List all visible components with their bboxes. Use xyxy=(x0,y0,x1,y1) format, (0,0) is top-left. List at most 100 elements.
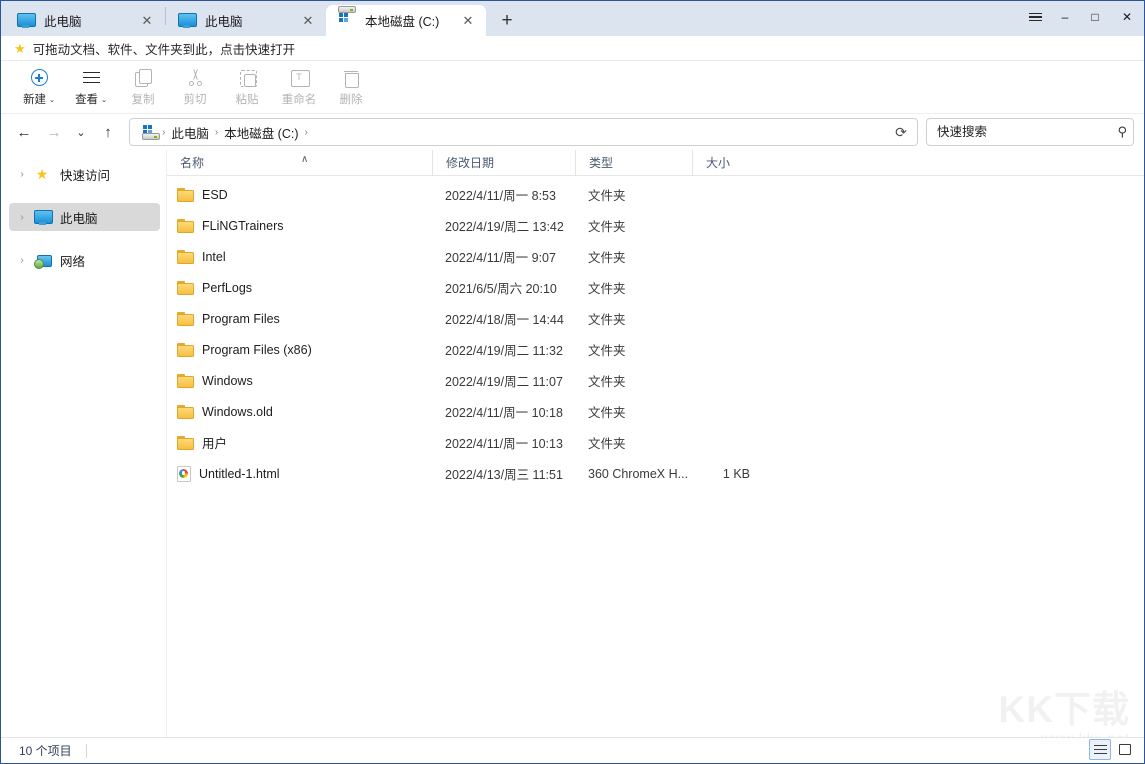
tab-label: 本地磁盘 (C:) xyxy=(365,11,444,30)
file-name: Program Files (x86) xyxy=(202,343,312,357)
drive-icon xyxy=(138,125,160,140)
breadcrumb-separator: › xyxy=(160,127,167,138)
close-button[interactable]: ✕ xyxy=(1110,1,1144,33)
column-header-size[interactable]: 大小 xyxy=(692,150,769,176)
copy-button[interactable]: 复制 xyxy=(119,63,167,111)
new-button[interactable]: 新建⌄ xyxy=(15,63,63,111)
main-body: › ★ 快速访问 › 此电脑 › 网络 名称 ∧ 修改日期 xyxy=(1,150,1144,737)
tab-close-button[interactable]: ✕ xyxy=(135,10,159,32)
chevron-down-icon: ⌄ xyxy=(101,96,107,104)
view-button[interactable]: 查看⌄ xyxy=(67,63,115,111)
column-header-type[interactable]: 类型 xyxy=(575,150,692,176)
column-header-date-modified[interactable]: 修改日期 xyxy=(432,150,575,176)
file-type-cell: 文件夹 xyxy=(575,247,692,266)
column-header-name[interactable]: 名称 ∧ xyxy=(167,150,432,176)
favorites-bar[interactable]: ★ 可拖动文档、软件、文件夹到此，点击快速打开 xyxy=(1,36,1144,61)
title-bar: 此电脑 ✕ 此电脑 ✕ 本地磁盘 (C:) ✕ + – xyxy=(1,1,1144,36)
star-icon: ★ xyxy=(14,42,26,55)
table-row[interactable]: Program Files 2022/4/18/周一 14:44 文件夹 xyxy=(167,303,1144,334)
file-name: Windows xyxy=(202,374,253,388)
breadcrumb-item-this-pc[interactable]: 此电脑 xyxy=(167,121,213,144)
item-count-label: 10 个项目 xyxy=(1,742,72,759)
sidebar-item-network[interactable]: › 网络 xyxy=(9,246,160,274)
monitor-icon xyxy=(33,210,51,225)
tab-this-pc-1[interactable]: 此电脑 ✕ xyxy=(5,5,165,36)
view-button-label: 查看 xyxy=(75,91,98,107)
back-button[interactable]: ← xyxy=(9,117,39,147)
recent-locations-button[interactable]: ⌄ xyxy=(69,117,93,147)
table-row[interactable]: Windows 2022/4/19/周二 11:07 文件夹 xyxy=(167,365,1144,396)
up-button[interactable]: ↑ xyxy=(93,117,123,147)
maximize-button[interactable]: □ xyxy=(1080,1,1110,33)
chevron-right-icon[interactable]: › xyxy=(11,169,33,180)
scissors-icon xyxy=(187,68,204,88)
cut-button[interactable]: 剪切 xyxy=(171,63,219,111)
search-input[interactable] xyxy=(937,125,1113,139)
breadcrumb-bar[interactable]: › 此电脑 › 本地磁盘 (C:) › ⟳ xyxy=(129,118,918,146)
file-type-cell: 文件夹 xyxy=(575,371,692,390)
details-view-icon[interactable] xyxy=(1089,739,1111,760)
minimize-button[interactable]: – xyxy=(1050,1,1080,33)
date-modified-cell: 2022/4/19/周二 11:07 xyxy=(432,371,575,390)
navigation-pane: › ★ 快速访问 › 此电脑 › 网络 xyxy=(1,150,167,737)
tab-close-button[interactable]: ✕ xyxy=(296,10,320,32)
plus-circle-icon xyxy=(31,68,48,88)
tab-strip: 此电脑 ✕ 此电脑 ✕ 本地磁盘 (C:) ✕ + xyxy=(1,1,522,36)
html-file-icon xyxy=(177,466,191,482)
file-name-cell: Windows.old xyxy=(167,405,432,419)
folder-icon xyxy=(177,281,194,295)
date-modified-cell: 2022/4/11/周一 8:53 xyxy=(432,185,575,204)
folder-icon xyxy=(177,436,194,450)
file-name-cell: Program Files xyxy=(167,312,432,326)
tab-this-pc-2[interactable]: 此电脑 ✕ xyxy=(166,5,326,36)
refresh-icon[interactable]: ⟳ xyxy=(887,119,915,145)
folder-icon xyxy=(177,219,194,233)
date-modified-cell: 2022/4/11/周一 9:07 xyxy=(432,247,575,266)
file-name-cell: Windows xyxy=(167,374,432,388)
large-icons-view-icon[interactable] xyxy=(1114,739,1136,760)
breadcrumb: › 此电脑 › 本地磁盘 (C:) › xyxy=(138,121,887,144)
file-type-cell: 文件夹 xyxy=(575,433,692,452)
trash-icon xyxy=(344,68,358,88)
table-row[interactable]: PerfLogs 2021/6/5/周六 20:10 文件夹 xyxy=(167,272,1144,303)
table-row[interactable]: FLiNGTrainers 2022/4/19/周二 13:42 文件夹 xyxy=(167,210,1144,241)
tab-close-button[interactable]: ✕ xyxy=(456,10,480,32)
date-modified-cell: 2022/4/11/周一 10:18 xyxy=(432,402,575,421)
delete-button[interactable]: 删除 xyxy=(327,63,375,111)
chevron-right-icon[interactable]: › xyxy=(11,255,33,266)
file-name-cell: FLiNGTrainers xyxy=(167,219,432,233)
table-row[interactable]: Intel 2022/4/11/周一 9:07 文件夹 xyxy=(167,241,1144,272)
copy-button-label: 复制 xyxy=(132,91,155,107)
address-bar: ← → ⌄ ↑ › 此电脑 › 本地磁盘 (C:) › ⟳ ⚲ xyxy=(1,114,1144,150)
file-type-cell: 文件夹 xyxy=(575,216,692,235)
file-name: Windows.old xyxy=(202,405,273,419)
tab-local-disk-c[interactable]: 本地磁盘 (C:) ✕ xyxy=(326,5,486,36)
table-row[interactable]: Windows.old 2022/4/11/周一 10:18 文件夹 xyxy=(167,396,1144,427)
date-modified-cell: 2022/4/11/周一 10:13 xyxy=(432,433,575,452)
table-row[interactable]: Program Files (x86) 2022/4/19/周二 11:32 文… xyxy=(167,334,1144,365)
hamburger-menu-icon[interactable] xyxy=(1020,1,1050,33)
paste-button[interactable]: 粘贴 xyxy=(223,63,271,111)
breadcrumb-item-local-disk-c[interactable]: 本地磁盘 (C:) xyxy=(220,121,302,144)
sidebar-item-quick-access[interactable]: › ★ 快速访问 xyxy=(9,160,160,188)
date-modified-cell: 2022/4/19/周二 11:32 xyxy=(432,340,575,359)
file-type-cell: 文件夹 xyxy=(575,278,692,297)
forward-button[interactable]: → xyxy=(39,117,69,147)
table-row[interactable]: Untitled-1.html 2022/4/13/周三 11:51 360 C… xyxy=(167,458,1144,489)
new-button-label: 新建 xyxy=(23,91,46,107)
table-row[interactable]: 用户 2022/4/11/周一 10:13 文件夹 xyxy=(167,427,1144,458)
chevron-right-icon[interactable]: › xyxy=(11,212,33,223)
search-icon[interactable]: ⚲ xyxy=(1117,124,1127,140)
search-box[interactable]: ⚲ xyxy=(926,118,1134,146)
new-tab-button[interactable]: + xyxy=(492,5,522,35)
breadcrumb-separator: › xyxy=(213,127,220,138)
column-header-row: 名称 ∧ 修改日期 类型 大小 xyxy=(167,150,1144,176)
rename-button[interactable]: T 重命名 xyxy=(275,63,323,111)
file-type-cell: 文件夹 xyxy=(575,340,692,359)
date-modified-cell: 2022/4/18/周一 14:44 xyxy=(432,309,575,328)
paste-icon xyxy=(239,68,256,88)
network-icon xyxy=(33,253,51,268)
table-row[interactable]: ESD 2022/4/11/周一 8:53 文件夹 xyxy=(167,179,1144,210)
file-name: Program Files xyxy=(202,312,280,326)
sidebar-item-this-pc[interactable]: › 此电脑 xyxy=(9,203,160,231)
